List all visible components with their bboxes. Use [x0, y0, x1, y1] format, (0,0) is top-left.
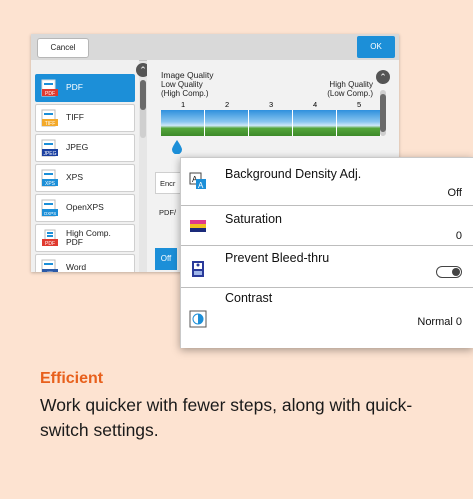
- file-type-label: XPS: [66, 172, 84, 182]
- scale-tick-label: 5: [357, 100, 362, 109]
- tiff-file-icon: TIFF: [41, 109, 58, 127]
- list-scroll-thumb[interactable]: [140, 80, 146, 110]
- panel-scrollbar[interactable]: [380, 90, 386, 136]
- svg-text:OXPS: OXPS: [44, 211, 57, 216]
- setting-row-prevent-bleed-thru[interactable]: Prevent Bleed-thru: [181, 246, 473, 288]
- chevron-up-icon: ⌃: [379, 72, 387, 82]
- file-type-item-pdf[interactable]: PDF PDF: [35, 74, 135, 102]
- svg-text:A: A: [198, 181, 204, 190]
- contrast-icon: [189, 310, 207, 328]
- quality-slider[interactable]: [161, 110, 381, 136]
- file-type-item-tiff[interactable]: TIFF TIFF: [35, 104, 135, 132]
- scale-tick-label: 1: [181, 100, 186, 109]
- prevent-bleed-thru-toggle[interactable]: [436, 266, 462, 278]
- pdfa-off-button[interactable]: Off: [155, 248, 177, 270]
- file-type-label: High Comp. PDF: [66, 228, 111, 247]
- scale-tick-label: 2: [225, 100, 230, 109]
- setting-title: Contrast: [225, 291, 273, 305]
- svg-text:XPS: XPS: [45, 181, 56, 187]
- quality-level-3[interactable]: [249, 110, 293, 136]
- scroll-up-button-right[interactable]: ⌃: [376, 70, 390, 84]
- setting-value: 0: [455, 230, 462, 242]
- openxps-file-icon: OXPS: [41, 199, 58, 217]
- file-type-list: PDF PDF TIFF TIFF JPEG JPEG XPS XPS OXPS…: [31, 60, 139, 272]
- low-quality-label: Low Quality (High Comp.): [161, 80, 209, 98]
- setting-row-background-density[interactable]: AA Background Density Adj. Off: [181, 158, 473, 206]
- quality-level-1[interactable]: [161, 110, 205, 136]
- background-density-icon: AA: [189, 172, 206, 190]
- setting-title: Background Density Adj.: [225, 167, 362, 181]
- file-type-item-xps[interactable]: XPS XPS: [35, 164, 135, 192]
- quality-level-4[interactable]: [293, 110, 337, 136]
- feature-card: Cancel OK PDF PDF TIFF TIFF JPEG JPEG XP…: [0, 0, 473, 499]
- screen-topbar: Cancel OK: [31, 34, 399, 61]
- quality-level-5[interactable]: [337, 110, 381, 136]
- pdf-file-icon: PDF: [41, 79, 58, 97]
- slider-handle-drop-icon[interactable]: [171, 140, 183, 154]
- setting-title: Saturation: [225, 212, 282, 226]
- file-type-item-high-comp-pdf[interactable]: PDF High Comp. PDF: [35, 224, 135, 252]
- high-quality-label: High Quality (Low Comp.): [327, 80, 373, 98]
- quality-level-2[interactable]: [205, 110, 249, 136]
- file-type-item-jpeg[interactable]: JPEG JPEG: [35, 134, 135, 162]
- scale-tick-label: 4: [313, 100, 318, 109]
- chevron-up-icon: ⌃: [139, 65, 147, 75]
- svg-text:PDF: PDF: [45, 241, 55, 247]
- file-type-item-word[interactable]: W Word: [35, 254, 135, 272]
- file-type-item-openxps[interactable]: OXPS OpenXPS: [35, 194, 135, 222]
- setting-value: Normal 0: [417, 316, 462, 328]
- image-quality-title: Image Quality: [161, 70, 214, 80]
- toggle-knob: [452, 268, 460, 276]
- high-comp-pdf-icon: PDF: [42, 229, 58, 247]
- ok-button[interactable]: OK: [357, 36, 395, 58]
- file-type-label: TIFF: [66, 112, 84, 122]
- file-type-label: PDF: [66, 82, 83, 92]
- setting-row-contrast[interactable]: Contrast Normal 0: [181, 288, 473, 348]
- scale-tick-label: 3: [269, 100, 274, 109]
- setting-value: Off: [447, 187, 462, 199]
- saturation-icon: [190, 220, 206, 232]
- panel-scroll-thumb[interactable]: [380, 94, 386, 132]
- feature-description: Work quicker with fewer steps, along wit…: [40, 395, 413, 440]
- svg-text:TIFF: TIFF: [45, 121, 56, 127]
- file-type-label: Word: [66, 262, 87, 272]
- jpeg-file-icon: JPEG: [41, 139, 58, 157]
- prevent-bleed-thru-icon: [192, 261, 204, 277]
- feature-headline: Efficient: [40, 370, 104, 387]
- svg-text:JPEG: JPEG: [43, 151, 56, 157]
- xps-file-icon: XPS: [41, 169, 58, 187]
- svg-text:W: W: [48, 271, 53, 272]
- list-scrollbar[interactable]: [140, 80, 146, 138]
- cancel-button[interactable]: Cancel: [37, 38, 89, 58]
- svg-text:PDF: PDF: [45, 91, 55, 97]
- file-type-label: OpenXPS: [66, 202, 104, 212]
- setting-title: Prevent Bleed-thru: [225, 251, 330, 265]
- quick-settings-popup: AA Background Density Adj. Off Saturatio…: [180, 157, 473, 348]
- setting-row-saturation[interactable]: Saturation 0: [181, 206, 473, 246]
- file-type-label: JPEG: [66, 142, 89, 152]
- word-file-icon: W: [41, 259, 58, 272]
